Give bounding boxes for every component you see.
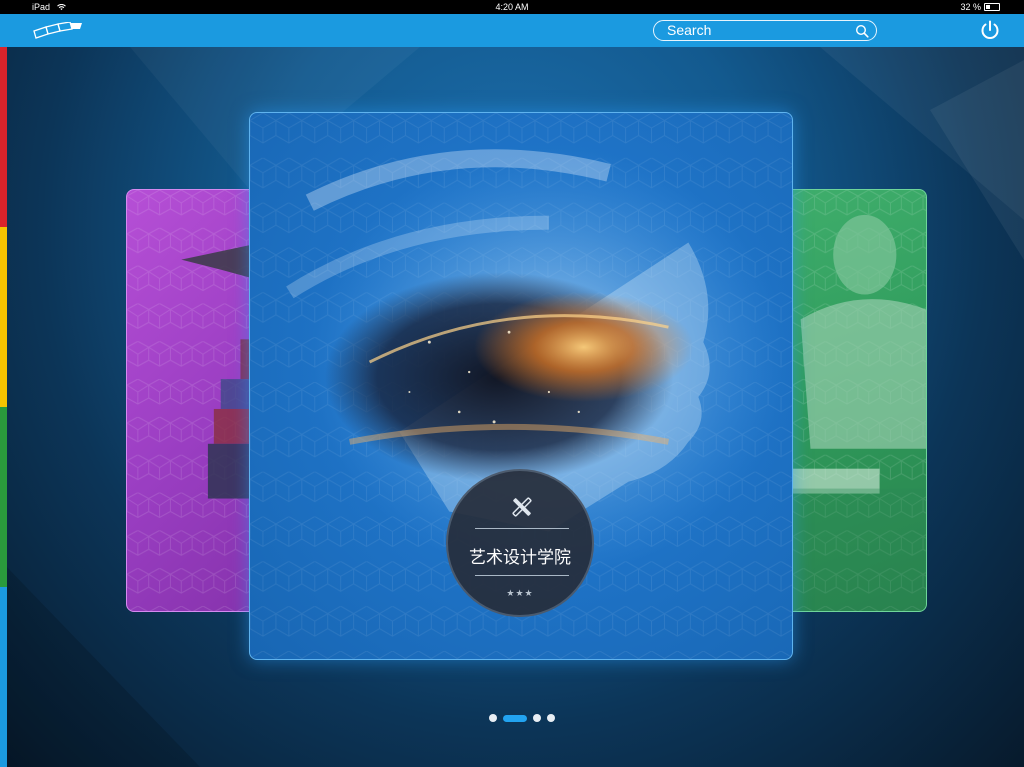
rating-stars: ★★★ [506,588,534,598]
top-nav-bar: Search [0,14,1024,47]
page-dot-1[interactable] [489,714,497,722]
card-pattern [771,190,926,611]
badge-divider-bottom [475,575,569,576]
page-dot-3[interactable] [533,714,541,722]
power-icon[interactable] [979,19,1001,41]
college-title: 艺术设计学院 [469,548,571,568]
page-indicator [489,714,555,722]
search-placeholder: Search [667,22,712,38]
status-bar: iPad 4:20 AM 32 % [0,0,1024,14]
pencil-ruler-icon [512,497,532,517]
battery-percent: 32 % [960,2,981,12]
page-dot-4[interactable] [547,714,555,722]
carousel-card-right[interactable] [770,189,927,612]
side-strip-blue [0,587,7,767]
badge-divider-top [475,528,569,529]
clock: 4:20 AM [495,2,529,12]
page-dot-2[interactable] [503,714,527,722]
side-strip-yellow [0,227,7,407]
battery-icon [984,3,1000,11]
college-badge[interactable]: 艺术设计学院 ★★★ [446,469,594,617]
side-strip-green [0,407,7,587]
battery-status: 32 % [960,0,1000,14]
books-logo-icon[interactable] [32,22,84,40]
side-strip-red [0,47,7,227]
search-input[interactable]: Search [653,20,877,41]
search-icon[interactable] [855,24,869,38]
